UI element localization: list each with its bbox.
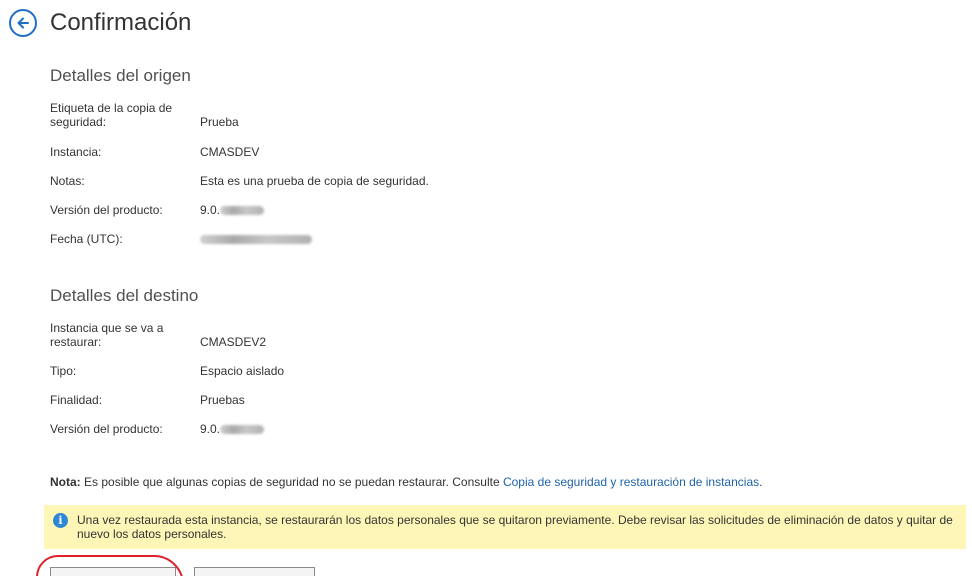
detail-label: Instancia: <box>50 145 102 159</box>
backup-restore-link[interactable]: Copia de seguridad y restauración de ins… <box>503 475 759 489</box>
back-button[interactable] <box>9 9 37 37</box>
info-message-text: Una vez restaurada esta instancia, se re… <box>77 513 953 541</box>
detail-value: 9.0. <box>200 203 221 217</box>
back-arrow-icon <box>17 17 29 29</box>
detail-label: Versión del producto: <box>50 422 163 436</box>
detail-value: CMASDEV2 <box>200 335 267 349</box>
info-icon: i <box>53 513 68 528</box>
redacted-blur <box>220 206 265 216</box>
note-body: Es posible que algunas copias de segurid… <box>80 475 503 489</box>
info-message-bar: i Una vez restaurada esta instancia, se … <box>44 505 966 549</box>
detail-value: Prueba <box>200 115 239 129</box>
note-text: Nota: Es posible que algunas copias de s… <box>50 475 762 489</box>
target-section-title: Detalles del destino <box>50 286 199 305</box>
detail-value-wrap: 9.0. <box>200 203 265 217</box>
detail-label: Tipo: <box>50 364 77 378</box>
source-section-title: Detalles del origen <box>50 66 191 85</box>
detail-value-wrap <box>200 232 312 246</box>
detail-value: 9.0. <box>200 422 221 436</box>
detail-label: Fecha (UTC): <box>50 232 123 246</box>
restore-button[interactable] <box>50 567 176 576</box>
detail-value-wrap: 9.0. <box>200 422 265 436</box>
detail-label: Etiqueta de la copia de seguridad: <box>50 101 173 129</box>
confirmation-page: Confirmación Detalles del origen Etiquet… <box>0 0 972 576</box>
detail-value: Pruebas <box>200 393 245 407</box>
page-title: Confirmación <box>50 9 192 36</box>
note-bold: Nota: <box>50 475 81 489</box>
detail-label: Finalidad: <box>50 393 103 407</box>
detail-label: Versión del producto: <box>50 203 163 217</box>
detail-label: Instancia que se va a restaurar: <box>50 321 164 349</box>
redacted-blur <box>200 235 312 245</box>
note-end: . <box>759 475 763 489</box>
detail-value: Espacio aislado <box>200 364 285 378</box>
detail-value: Esta es una prueba de copia de seguridad… <box>200 174 429 188</box>
detail-label: Notas: <box>50 174 85 188</box>
redacted-blur <box>220 425 265 435</box>
cancel-button[interactable] <box>194 567 315 576</box>
detail-value: CMASDEV <box>200 145 260 159</box>
